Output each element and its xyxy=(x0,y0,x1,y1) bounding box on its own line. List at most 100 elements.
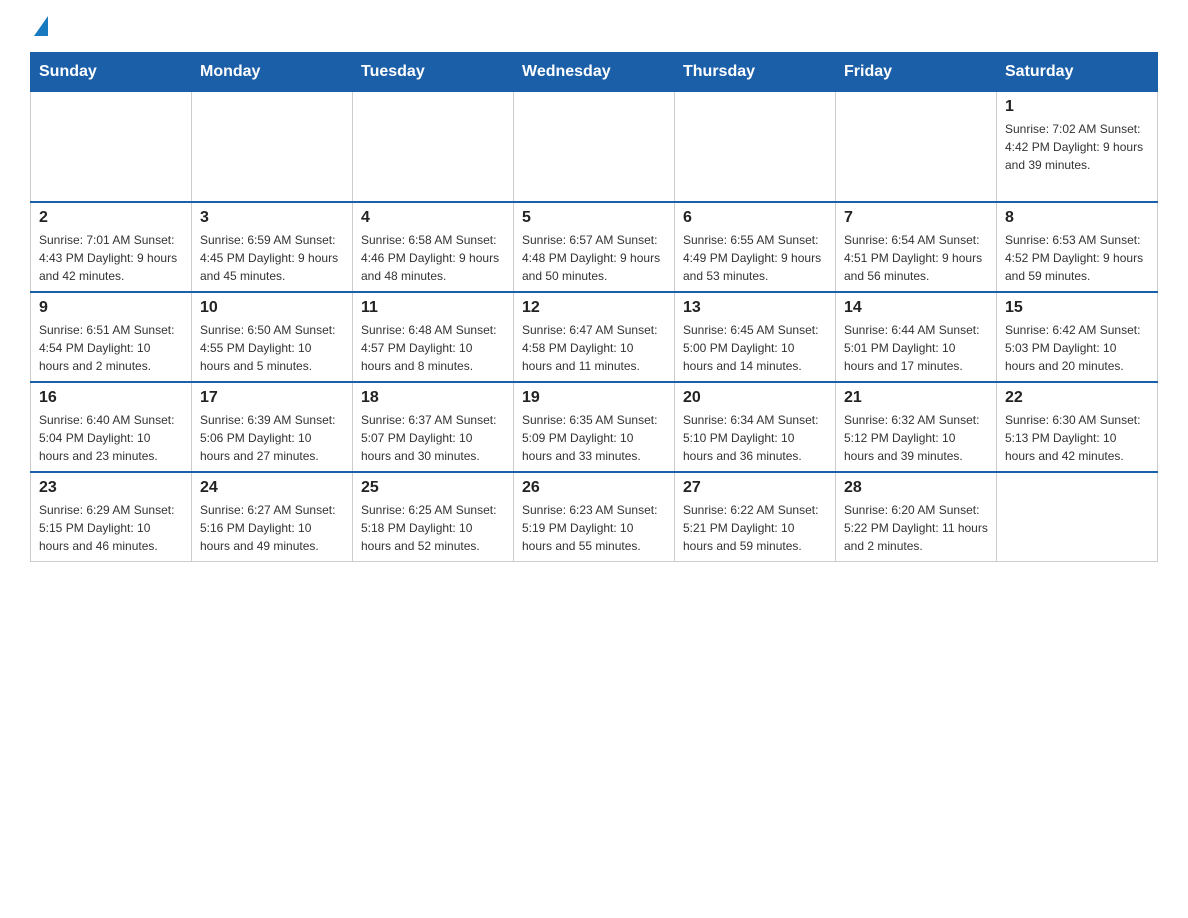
day-info: Sunrise: 6:57 AM Sunset: 4:48 PM Dayligh… xyxy=(522,231,666,285)
calendar-day-cell: 4 Sunrise: 6:58 AM Sunset: 4:46 PM Daylig… xyxy=(353,202,514,292)
logo-triangle-icon xyxy=(34,16,48,36)
calendar-day-cell xyxy=(514,92,675,202)
day-info: Sunrise: 6:37 AM Sunset: 5:07 PM Dayligh… xyxy=(361,411,505,465)
day-number: 18 xyxy=(361,389,505,407)
calendar-day-cell: 20 Sunrise: 6:34 AM Sunset: 5:10 PM Dayli… xyxy=(675,382,836,472)
calendar-day-cell xyxy=(353,92,514,202)
calendar-day-cell xyxy=(836,92,997,202)
calendar-day-cell: 25 Sunrise: 6:25 AM Sunset: 5:18 PM Dayli… xyxy=(353,472,514,562)
calendar-day-cell: 1 Sunrise: 7:02 AM Sunset: 4:42 PM Daylig… xyxy=(997,92,1158,202)
day-number: 14 xyxy=(844,299,988,317)
day-number: 1 xyxy=(1005,98,1149,116)
calendar-day-cell: 19 Sunrise: 6:35 AM Sunset: 5:09 PM Dayli… xyxy=(514,382,675,472)
calendar-day-cell: 5 Sunrise: 6:57 AM Sunset: 4:48 PM Daylig… xyxy=(514,202,675,292)
logo xyxy=(30,20,48,32)
day-number: 25 xyxy=(361,479,505,497)
calendar-day-cell: 9 Sunrise: 6:51 AM Sunset: 4:54 PM Daylig… xyxy=(31,292,192,382)
day-of-week-header: Tuesday xyxy=(353,53,514,92)
day-info: Sunrise: 6:35 AM Sunset: 5:09 PM Dayligh… xyxy=(522,411,666,465)
calendar-day-cell xyxy=(997,472,1158,562)
day-number: 23 xyxy=(39,479,183,497)
day-number: 3 xyxy=(200,209,344,227)
day-number: 16 xyxy=(39,389,183,407)
calendar-header-row: SundayMondayTuesdayWednesdayThursdayFrid… xyxy=(31,53,1158,92)
calendar-week-row: 2 Sunrise: 7:01 AM Sunset: 4:43 PM Daylig… xyxy=(31,202,1158,292)
calendar-day-cell: 12 Sunrise: 6:47 AM Sunset: 4:58 PM Dayli… xyxy=(514,292,675,382)
day-number: 12 xyxy=(522,299,666,317)
calendar-day-cell: 6Sunrise: 6:55 AM Sunset: 4:49 PM Daylig… xyxy=(675,202,836,292)
day-number: 27 xyxy=(683,479,827,497)
day-number: 20 xyxy=(683,389,827,407)
day-info: Sunrise: 6:47 AM Sunset: 4:58 PM Dayligh… xyxy=(522,321,666,375)
calendar-day-cell xyxy=(675,92,836,202)
day-number: 11 xyxy=(361,299,505,317)
day-info: Sunrise: 6:50 AM Sunset: 4:55 PM Dayligh… xyxy=(200,321,344,375)
day-info: Sunrise: 7:01 AM Sunset: 4:43 PM Dayligh… xyxy=(39,231,183,285)
day-number: 19 xyxy=(522,389,666,407)
day-info: Sunrise: 6:30 AM Sunset: 5:13 PM Dayligh… xyxy=(1005,411,1149,465)
day-of-week-header: Saturday xyxy=(997,53,1158,92)
day-number: 26 xyxy=(522,479,666,497)
day-of-week-header: Sunday xyxy=(31,53,192,92)
day-info: Sunrise: 6:34 AM Sunset: 5:10 PM Dayligh… xyxy=(683,411,827,465)
calendar-day-cell: 24 Sunrise: 6:27 AM Sunset: 5:16 PM Dayli… xyxy=(192,472,353,562)
day-number: 21 xyxy=(844,389,988,407)
calendar-day-cell: 27 Sunrise: 6:22 AM Sunset: 5:21 PM Dayli… xyxy=(675,472,836,562)
calendar-week-row: 1 Sunrise: 7:02 AM Sunset: 4:42 PM Daylig… xyxy=(31,92,1158,202)
day-info: Sunrise: 6:29 AM Sunset: 5:15 PM Dayligh… xyxy=(39,501,183,555)
day-number: 10 xyxy=(200,299,344,317)
calendar-day-cell: 17 Sunrise: 6:39 AM Sunset: 5:06 PM Dayli… xyxy=(192,382,353,472)
day-of-week-header: Thursday xyxy=(675,53,836,92)
calendar-table: SundayMondayTuesdayWednesdayThursdayFrid… xyxy=(30,52,1158,562)
calendar-day-cell: 28Sunrise: 6:20 AM Sunset: 5:22 PM Dayli… xyxy=(836,472,997,562)
day-number: 8 xyxy=(1005,209,1149,227)
day-info: Sunrise: 6:55 AM Sunset: 4:49 PM Dayligh… xyxy=(683,231,827,285)
day-number: 9 xyxy=(39,299,183,317)
day-info: Sunrise: 6:59 AM Sunset: 4:45 PM Dayligh… xyxy=(200,231,344,285)
day-number: 22 xyxy=(1005,389,1149,407)
calendar-day-cell: 18 Sunrise: 6:37 AM Sunset: 5:07 PM Dayli… xyxy=(353,382,514,472)
calendar-week-row: 9 Sunrise: 6:51 AM Sunset: 4:54 PM Daylig… xyxy=(31,292,1158,382)
calendar-day-cell: 8 Sunrise: 6:53 AM Sunset: 4:52 PM Daylig… xyxy=(997,202,1158,292)
calendar-day-cell xyxy=(31,92,192,202)
calendar-day-cell xyxy=(192,92,353,202)
day-info: Sunrise: 6:51 AM Sunset: 4:54 PM Dayligh… xyxy=(39,321,183,375)
day-info: Sunrise: 7:02 AM Sunset: 4:42 PM Dayligh… xyxy=(1005,120,1149,174)
day-info: Sunrise: 6:44 AM Sunset: 5:01 PM Dayligh… xyxy=(844,321,988,375)
day-number: 4 xyxy=(361,209,505,227)
calendar-day-cell: 23 Sunrise: 6:29 AM Sunset: 5:15 PM Dayli… xyxy=(31,472,192,562)
day-info: Sunrise: 6:27 AM Sunset: 5:16 PM Dayligh… xyxy=(200,501,344,555)
day-of-week-header: Wednesday xyxy=(514,53,675,92)
day-info: Sunrise: 6:48 AM Sunset: 4:57 PM Dayligh… xyxy=(361,321,505,375)
page-header xyxy=(30,20,1158,32)
day-info: Sunrise: 6:54 AM Sunset: 4:51 PM Dayligh… xyxy=(844,231,988,285)
day-info: Sunrise: 6:40 AM Sunset: 5:04 PM Dayligh… xyxy=(39,411,183,465)
calendar-day-cell: 13Sunrise: 6:45 AM Sunset: 5:00 PM Dayli… xyxy=(675,292,836,382)
calendar-week-row: 23 Sunrise: 6:29 AM Sunset: 5:15 PM Dayli… xyxy=(31,472,1158,562)
day-info: Sunrise: 6:58 AM Sunset: 4:46 PM Dayligh… xyxy=(361,231,505,285)
day-info: Sunrise: 6:39 AM Sunset: 5:06 PM Dayligh… xyxy=(200,411,344,465)
day-info: Sunrise: 6:53 AM Sunset: 4:52 PM Dayligh… xyxy=(1005,231,1149,285)
day-info: Sunrise: 6:25 AM Sunset: 5:18 PM Dayligh… xyxy=(361,501,505,555)
day-number: 17 xyxy=(200,389,344,407)
day-info: Sunrise: 6:45 AM Sunset: 5:00 PM Dayligh… xyxy=(683,321,827,375)
day-number: 7 xyxy=(844,209,988,227)
day-number: 24 xyxy=(200,479,344,497)
calendar-week-row: 16 Sunrise: 6:40 AM Sunset: 5:04 PM Dayli… xyxy=(31,382,1158,472)
calendar-day-cell: 26Sunrise: 6:23 AM Sunset: 5:19 PM Dayli… xyxy=(514,472,675,562)
day-info: Sunrise: 6:42 AM Sunset: 5:03 PM Dayligh… xyxy=(1005,321,1149,375)
calendar-day-cell: 7 Sunrise: 6:54 AM Sunset: 4:51 PM Daylig… xyxy=(836,202,997,292)
calendar-day-cell: 22 Sunrise: 6:30 AM Sunset: 5:13 PM Dayli… xyxy=(997,382,1158,472)
calendar-day-cell: 2 Sunrise: 7:01 AM Sunset: 4:43 PM Daylig… xyxy=(31,202,192,292)
day-info: Sunrise: 6:22 AM Sunset: 5:21 PM Dayligh… xyxy=(683,501,827,555)
calendar-day-cell: 21Sunrise: 6:32 AM Sunset: 5:12 PM Dayli… xyxy=(836,382,997,472)
day-number: 5 xyxy=(522,209,666,227)
day-number: 28 xyxy=(844,479,988,497)
calendar-day-cell: 15 Sunrise: 6:42 AM Sunset: 5:03 PM Dayli… xyxy=(997,292,1158,382)
calendar-day-cell: 14 Sunrise: 6:44 AM Sunset: 5:01 PM Dayli… xyxy=(836,292,997,382)
day-number: 2 xyxy=(39,209,183,227)
day-of-week-header: Friday xyxy=(836,53,997,92)
day-number: 15 xyxy=(1005,299,1149,317)
calendar-day-cell: 3 Sunrise: 6:59 AM Sunset: 4:45 PM Daylig… xyxy=(192,202,353,292)
calendar-day-cell: 16 Sunrise: 6:40 AM Sunset: 5:04 PM Dayli… xyxy=(31,382,192,472)
